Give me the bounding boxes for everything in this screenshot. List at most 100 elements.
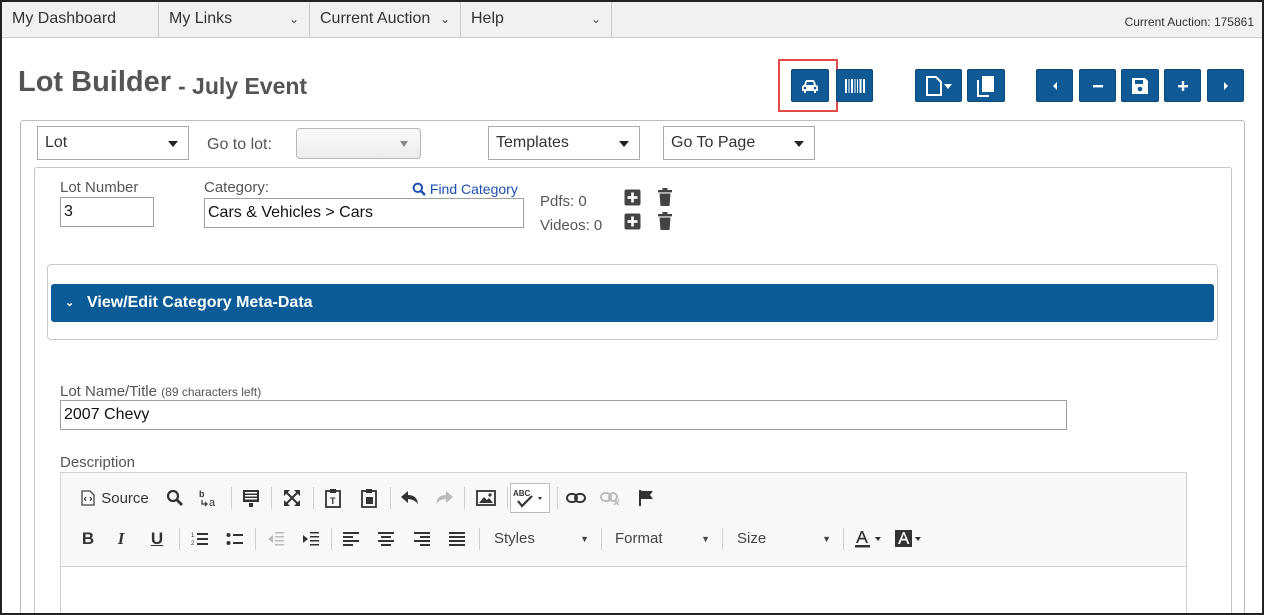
pdfs-count: Pdfs: 0 [540,193,587,210]
menu-my-dashboard-label: My Dashboard [12,10,117,27]
chevron-down-icon: ⌄ [288,12,299,26]
select-all-icon [243,490,259,507]
save-button[interactable] [1121,69,1159,102]
text-color-icon [855,531,881,548]
redo-icon [436,491,453,504]
toolbar-separator [271,487,272,509]
replace-button[interactable]: b a [195,485,223,511]
justify-icon [449,532,465,546]
menu-current-auction-label: Current Auction [320,10,431,27]
indent-button[interactable] [298,526,324,552]
redo-button[interactable] [431,485,457,511]
paste-text-button[interactable]: T [320,485,346,511]
find-category-link[interactable]: Find Category [412,181,518,197]
align-right-button[interactable] [409,526,435,552]
spellcheck-icon: ABC [513,489,542,508]
find-category-label: Find Category [429,181,518,197]
toolbar-separator [255,528,256,550]
caret-down-icon [168,141,178,147]
spellcheck-text: ABC [513,489,531,498]
unlink-button[interactable] [597,485,623,511]
styles-label: Styles [494,530,535,547]
format-combo[interactable]: Format ▼ [615,526,710,552]
goto-lot-select[interactable] [296,128,421,159]
category-input[interactable]: Cars & Vehicles > Cars [204,198,524,228]
go-to-page-select[interactable]: Go To Page [663,126,815,160]
goto-lot-label: Go to lot: [207,136,272,153]
bulleted-list-button[interactable] [222,526,248,552]
caret-down-icon [400,141,408,147]
format-label: Format [615,530,663,547]
templates-select[interactable]: Templates [488,126,640,160]
text-color-button[interactable] [854,526,884,552]
current-auction-status: Current Auction: 175861 [1124,15,1254,29]
menu-current-auction[interactable]: Current Auction ⌄ [310,2,461,38]
anchor-button[interactable] [633,485,659,511]
svg-text:b: b [199,489,205,499]
menu-my-dashboard[interactable]: My Dashboard [2,2,159,38]
lot-title-input[interactable]: 2007 Chevy [60,400,1067,430]
undo-icon [401,491,418,504]
toolbar-separator [557,487,558,509]
undo-button[interactable] [397,485,423,511]
add-video-icon[interactable] [624,213,641,230]
lot-select-value: Lot [45,134,68,151]
caret-down-icon: ▼ [580,534,589,544]
styles-combo[interactable]: Styles ▼ [494,526,589,552]
caret-down-icon: ▼ [822,534,831,544]
page-subtitle: - July Event [178,73,308,99]
previous-lot-button[interactable] [1036,69,1073,102]
size-combo[interactable]: Size ▼ [737,526,831,552]
svg-text:T: T [330,496,336,506]
search-icon [412,182,426,196]
outdent-icon [268,532,284,546]
new-file-icon [925,75,952,96]
svg-text:2: 2 [191,541,195,547]
bold-button[interactable]: B [76,526,100,552]
copy-lot-button[interactable] [967,69,1005,102]
new-lot-button[interactable] [915,69,962,102]
justify-button[interactable] [444,526,470,552]
menu-my-links[interactable]: My Links ⌄ [159,2,310,38]
description-textarea[interactable] [60,566,1187,613]
svg-text:a: a [209,497,216,508]
background-color-button[interactable] [894,526,924,552]
copy-icon [977,75,994,97]
select-all-button[interactable] [238,485,264,511]
add-lot-button[interactable] [1164,69,1201,102]
next-lot-button[interactable] [1207,69,1244,102]
outdent-button[interactable] [263,526,289,552]
meta-data-label: View/Edit Category Meta-Data [87,294,313,311]
description-label: Description [60,454,136,471]
spellcheck-button[interactable]: ABC [510,483,550,513]
menu-help[interactable]: Help ⌄ [461,2,612,38]
align-center-button[interactable] [373,526,399,552]
paste-text-icon: T [325,489,341,508]
paste-word-button[interactable] [356,485,382,511]
italic-button[interactable]: I [109,526,133,552]
meta-data-toggle[interactable]: ⌄ View/Edit Category Meta-Data [51,284,1214,322]
numbered-list-button[interactable]: 1 2 [187,526,213,552]
caret-left-icon [1052,81,1057,90]
numbered-list-icon: 1 2 [191,533,208,547]
delete-video-icon[interactable] [657,212,673,230]
link-button[interactable] [563,485,589,511]
lot-select[interactable]: Lot [37,126,189,160]
source-button[interactable]: Source [78,485,152,511]
lot-number-label: Lot Number [60,179,139,196]
image-button[interactable] [472,485,500,511]
barcode-button[interactable] [836,69,873,102]
align-left-button[interactable] [338,526,364,552]
delete-pdf-icon[interactable] [657,188,673,206]
maximize-button[interactable] [279,485,305,511]
toolbar-separator [601,528,602,550]
remove-lot-button[interactable] [1079,69,1116,102]
lot-number-input[interactable]: 3 [60,197,154,227]
chevron-down-icon: ⌄ [65,297,75,309]
underline-button[interactable]: U [145,526,169,552]
find-button[interactable] [162,485,188,511]
add-pdf-icon[interactable] [624,189,641,206]
toolbar-separator [843,528,844,550]
templates-select-value: Templates [496,134,569,151]
toolbar-separator [390,487,391,509]
